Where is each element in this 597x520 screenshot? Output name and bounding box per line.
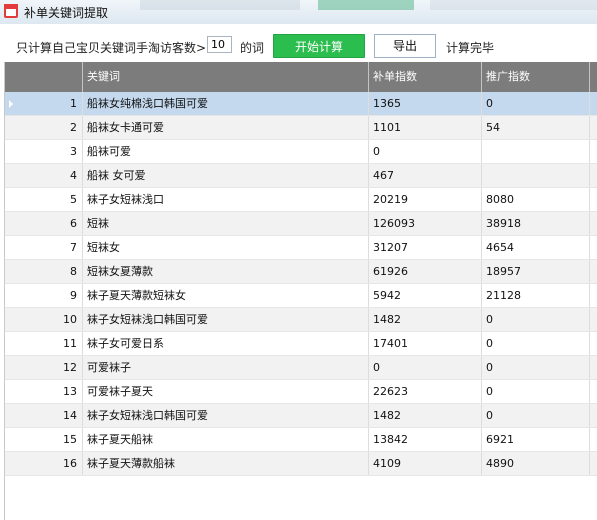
row-number-cell[interactable]: 2 [5,116,83,139]
budan-index-cell[interactable]: 61926 [369,260,482,283]
background-window-strip [430,0,597,10]
promo-index-cell[interactable]: 0 [482,332,590,355]
row-number-cell[interactable]: 8 [5,260,83,283]
row-number-cell[interactable]: 16 [5,452,83,475]
promo-index-cell[interactable]: 18957 [482,260,590,283]
table-row[interactable]: 9 袜子夏天薄款短袜女 5942 21128 [5,284,597,308]
keyword-cell[interactable]: 短袜女 [83,236,369,259]
row-number-cell[interactable]: 11 [5,332,83,355]
keyword-cell[interactable]: 船袜 女可爱 [83,164,369,187]
export-button[interactable]: 导出 [374,34,436,58]
calendar-app-icon [4,4,18,18]
promo-index-cell[interactable]: 0 [482,404,590,427]
table-row[interactable]: 11 袜子女可爱日系 17401 0 [5,332,597,356]
table-row[interactable]: 12 可爱袜子 0 0 [5,356,597,380]
background-window-strip [318,0,414,10]
budan-index-cell[interactable]: 13842 [369,428,482,451]
budan-index-cell[interactable]: 1482 [369,404,482,427]
keyword-cell[interactable]: 船袜可爱 [83,140,369,163]
keyword-column-header[interactable]: 关键词 [83,62,369,92]
promo-index-cell[interactable]: 54 [482,116,590,139]
background-window-strip [140,0,300,10]
budan-index-cell[interactable]: 126093 [369,212,482,235]
keyword-cell[interactable]: 袜子女可爱日系 [83,332,369,355]
table-row[interactable]: 13 可爱袜子夏天 22623 0 [5,380,597,404]
keyword-cell[interactable]: 袜子女短袜浅口韩国可爱 [83,404,369,427]
promo-index-cell[interactable]: 38918 [482,212,590,235]
table-row[interactable]: 14 袜子女短袜浅口韩国可爱 1482 0 [5,404,597,428]
table-row[interactable]: 5 袜子女短袜浅口 20219 8080 [5,188,597,212]
table-header: 关键词 补单指数 推广指数 [5,62,597,92]
row-number-cell[interactable]: 4 [5,164,83,187]
budan-index-cell[interactable]: 22623 [369,380,482,403]
table-row[interactable]: 6 短袜 126093 38918 [5,212,597,236]
window-title: 补单关键词提取 [24,6,109,20]
table-row[interactable]: 2 船袜女卡通可爱 1101 54 [5,116,597,140]
promo-index-cell[interactable]: 4654 [482,236,590,259]
promo-index-cell[interactable] [482,140,590,163]
promo-index-cell[interactable]: 0 [482,356,590,379]
budan-index-cell[interactable]: 1101 [369,116,482,139]
row-number-cell[interactable]: 7 [5,236,83,259]
promo-index-cell[interactable] [482,164,590,187]
keyword-table: 关键词 补单指数 推广指数 1 船袜女纯棉浅口韩国可爱 1365 0 2 船袜女卡通可爱 1… [4,62,597,520]
budan-index-cell[interactable]: 467 [369,164,482,187]
keyword-cell[interactable]: 短袜女夏薄款 [83,260,369,283]
table-row[interactable]: 15 袜子夏天船袜 13842 6921 [5,428,597,452]
table-row[interactable]: 10 袜子女短袜浅口韩国可爱 1482 0 [5,308,597,332]
keyword-cell[interactable]: 船袜女纯棉浅口韩国可爱 [83,92,369,115]
row-number-cell[interactable]: 5 [5,188,83,211]
keyword-cell[interactable]: 可爱袜子夏天 [83,380,369,403]
table-row[interactable]: 3 船袜可爱 0 [5,140,597,164]
table-row[interactable]: 4 船袜 女可爱 467 [5,164,597,188]
budan-index-cell[interactable]: 1365 [369,92,482,115]
keyword-cell[interactable]: 短袜 [83,212,369,235]
status-text: 计算完毕 [446,41,495,55]
budan-index-cell[interactable]: 4109 [369,452,482,475]
keyword-cell[interactable]: 袜子夏天薄款船袜 [83,452,369,475]
keyword-cell[interactable]: 袜子女短袜浅口韩国可爱 [83,308,369,331]
promo-index-cell[interactable]: 0 [482,308,590,331]
row-number-header[interactable] [5,62,83,92]
promo-index-cell[interactable]: 8080 [482,188,590,211]
row-number-cell[interactable]: 15 [5,428,83,451]
start-calculation-button[interactable]: 开始计算 [273,34,365,58]
keyword-cell[interactable]: 袜子女短袜浅口 [83,188,369,211]
table-row[interactable]: 8 短袜女夏薄款 61926 18957 [5,260,597,284]
promo-index-cell[interactable]: 6921 [482,428,590,451]
promo-index-cell[interactable]: 0 [482,380,590,403]
table-row[interactable]: 1 船袜女纯棉浅口韩国可爱 1365 0 [5,92,597,116]
keyword-cell[interactable]: 袜子夏天薄款短袜女 [83,284,369,307]
visitor-threshold-label: 只计算自己宝贝关键词手淘访客数>= [16,41,217,55]
threshold-suffix-label: 的词 [240,41,265,55]
row-number-cell[interactable]: 1 [5,92,83,115]
promo-index-cell[interactable]: 4890 [482,452,590,475]
budan-index-cell[interactable]: 20219 [369,188,482,211]
row-number-cell[interactable]: 3 [5,140,83,163]
row-number-cell[interactable]: 12 [5,356,83,379]
promo-index-column-header[interactable]: 推广指数 [482,62,590,92]
budan-index-cell[interactable]: 31207 [369,236,482,259]
table-row[interactable]: 7 短袜女 31207 4654 [5,236,597,260]
row-number-cell[interactable]: 13 [5,380,83,403]
budan-index-cell[interactable]: 0 [369,356,482,379]
visitor-threshold-input[interactable] [207,36,232,53]
keyword-cell[interactable]: 可爱袜子 [83,356,369,379]
title-bar: 补单关键词提取 [0,0,597,25]
keyword-cell[interactable]: 船袜女卡通可爱 [83,116,369,139]
promo-index-cell[interactable]: 21128 [482,284,590,307]
budan-index-cell[interactable]: 17401 [369,332,482,355]
row-number-cell[interactable]: 10 [5,308,83,331]
toolbar: 只计算自己宝贝关键词手淘访客数>= 的词 开始计算 导出 计算完毕 [0,24,597,62]
budan-index-cell[interactable]: 1482 [369,308,482,331]
budan-index-cell[interactable]: 5942 [369,284,482,307]
keyword-cell[interactable]: 袜子夏天船袜 [83,428,369,451]
row-number-cell[interactable]: 6 [5,212,83,235]
row-number-cell[interactable]: 9 [5,284,83,307]
row-number-cell[interactable]: 14 [5,404,83,427]
promo-index-cell[interactable]: 0 [482,92,590,115]
budan-index-column-header[interactable]: 补单指数 [369,62,482,92]
budan-index-cell[interactable]: 0 [369,140,482,163]
table-row[interactable]: 16 袜子夏天薄款船袜 4109 4890 [5,452,597,476]
